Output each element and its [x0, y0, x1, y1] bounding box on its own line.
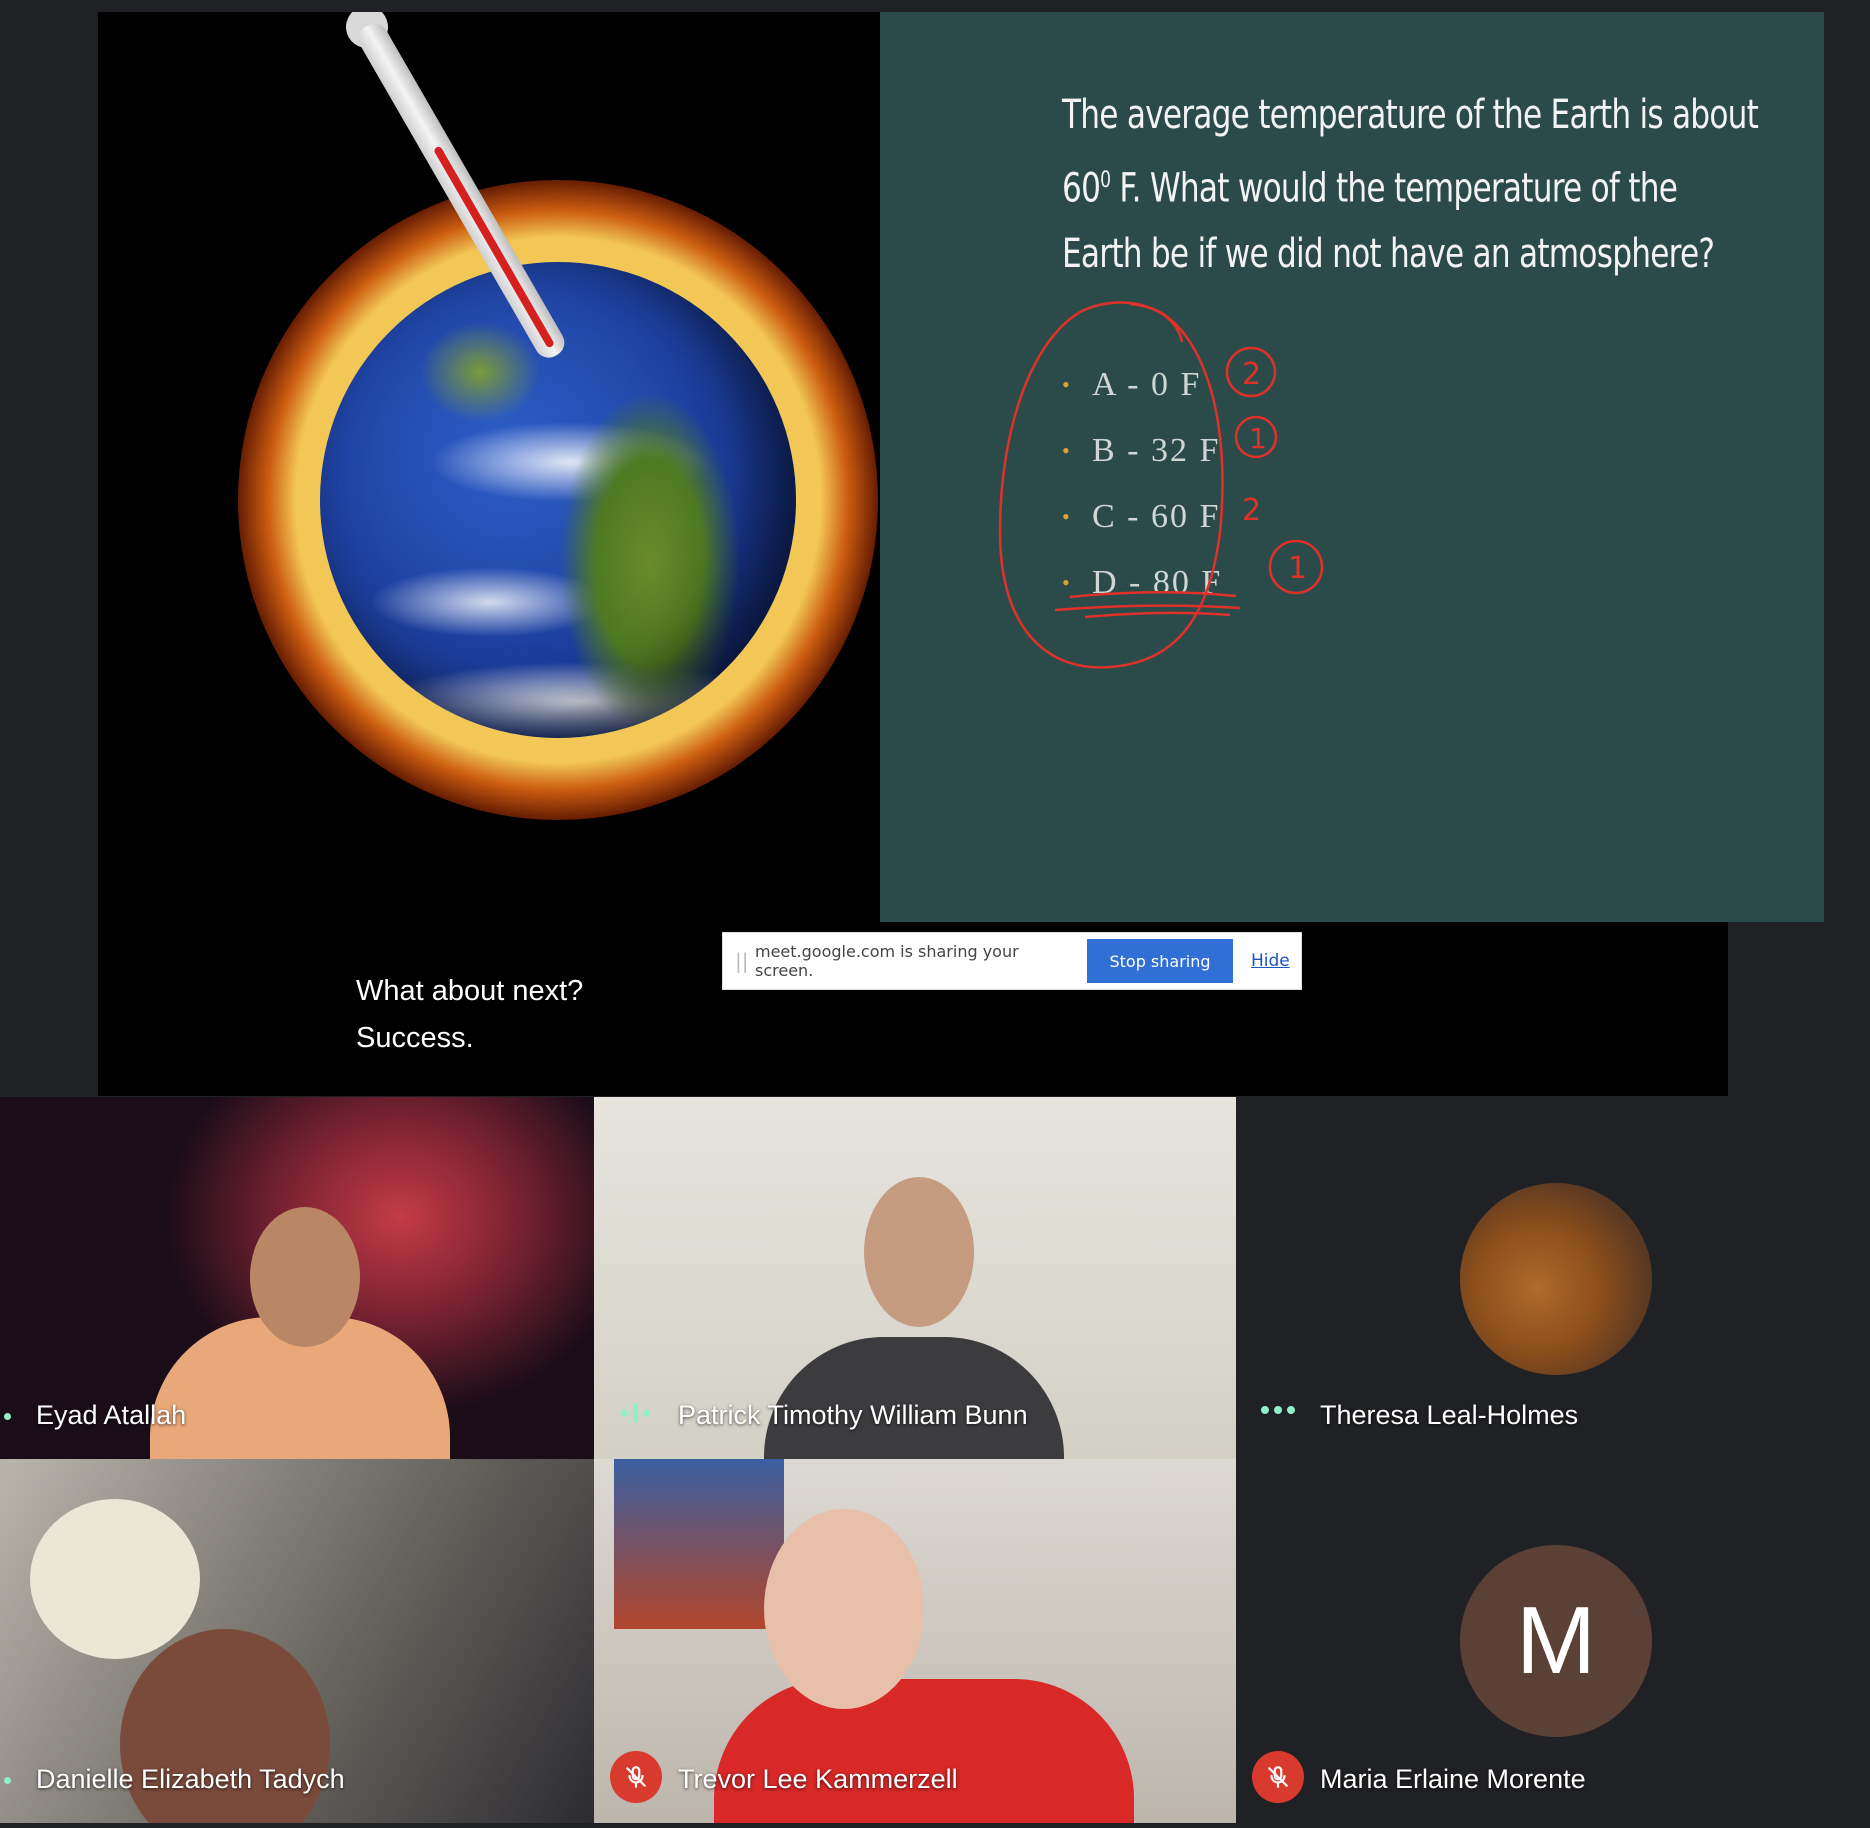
- option-d: • D - 80 F: [1062, 564, 1223, 601]
- participant-tile-trevor[interactable]: Trevor Lee Kammerzell: [594, 1459, 1236, 1823]
- mic-off-icon: [1252, 1751, 1304, 1803]
- avatar: [1460, 1183, 1652, 1375]
- vote-mark-d: 1: [1288, 551, 1307, 586]
- participant-face: [250, 1207, 360, 1347]
- option-c: • C - 60 F: [1062, 498, 1221, 535]
- option-a: • A - 0 F: [1062, 366, 1202, 403]
- participant-name: Patrick Timothy William Bunn: [678, 1400, 1028, 1430]
- hide-link[interactable]: Hide: [1251, 951, 1290, 971]
- participant-face: [864, 1177, 974, 1327]
- stop-sharing-button[interactable]: Stop sharing: [1087, 939, 1233, 983]
- status-dot-icon: [4, 1413, 11, 1420]
- mic-off-icon: [610, 1751, 662, 1803]
- audio-level-icon: [620, 1401, 652, 1430]
- participant-name: Eyad Atallah: [36, 1400, 187, 1430]
- status-dot-icon: [4, 1777, 11, 1784]
- participant-video: [714, 1679, 1134, 1823]
- screen-share-notification-bar: || meet.google.com is sharing your scree…: [722, 932, 1302, 990]
- participant-tile-eyad[interactable]: Eyad Atallah: [0, 1097, 594, 1459]
- participant-video: [764, 1337, 1064, 1459]
- drag-handle-icon[interactable]: ||: [735, 949, 751, 973]
- vote-mark-b: 1: [1249, 422, 1267, 455]
- wall-poster: [614, 1459, 784, 1629]
- participant-tile-danielle[interactable]: Danielle Elizabeth Tadych: [0, 1459, 594, 1823]
- caption-line-1: What about next?: [356, 975, 584, 1007]
- vote-circle-d: [1268, 539, 1324, 595]
- slide-text-panel: The average temperature of the Earth is …: [880, 12, 1824, 922]
- vote-circle-a: [1225, 346, 1277, 398]
- participant-tile-theresa[interactable]: Theresa Leal-Holmes: [1236, 1097, 1870, 1459]
- participant-face: [764, 1509, 924, 1709]
- hat-shape: [30, 1499, 200, 1659]
- vote-mark-c: 2: [1242, 493, 1261, 528]
- caption-line-2: Success.: [356, 1022, 474, 1054]
- avatar: M: [1460, 1545, 1652, 1737]
- participant-tile-patrick[interactable]: Patrick Timothy William Bunn: [594, 1097, 1236, 1459]
- presentation-stage: The average temperature of the Earth is …: [98, 12, 1824, 1096]
- participant-name: Theresa Leal-Holmes: [1320, 1400, 1579, 1430]
- live-caption: What about next? Success.: [356, 968, 583, 1062]
- bottom-strip: [0, 1823, 1870, 1828]
- vote-mark-a: 2: [1242, 357, 1261, 392]
- share-message: meet.google.com is sharing your screen.: [755, 942, 1019, 980]
- participant-name: Trevor Lee Kammerzell: [678, 1764, 958, 1794]
- participant-tile-maria[interactable]: M Maria Erlaine Morente: [1236, 1459, 1870, 1823]
- more-dots-icon[interactable]: [1260, 1403, 1296, 1421]
- participant-name: Danielle Elizabeth Tadych: [36, 1764, 345, 1794]
- vote-circle-b: [1234, 415, 1278, 459]
- option-b: • B - 32 F: [1062, 432, 1221, 469]
- slide-earth-image: [98, 12, 883, 922]
- slide-question: The average temperature of the Earth is …: [1062, 92, 1759, 278]
- participant-name: Maria Erlaine Morente: [1320, 1764, 1586, 1794]
- answer-options: • A - 0 F • B - 32 F • C - 60 F • D - 80 F: [1062, 352, 1222, 616]
